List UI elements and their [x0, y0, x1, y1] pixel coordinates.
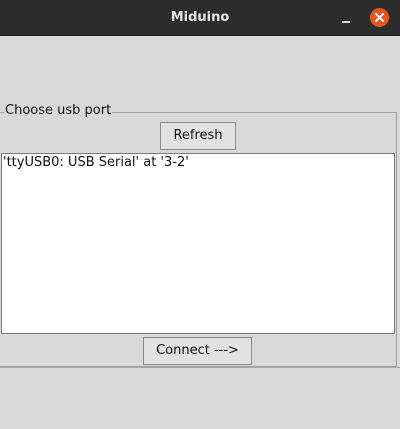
main-window: Choose usb port Refresh 'ttyUSB0: USB Se… — [0, 36, 400, 429]
port-listbox[interactable]: 'ttyUSB0: USB Serial' at '3-2' — [1, 153, 395, 334]
refresh-button[interactable]: Refresh — [160, 122, 236, 150]
list-item[interactable]: 'ttyUSB0: USB Serial' at '3-2' — [2, 154, 394, 172]
port-frame-label: Choose usb port — [4, 103, 113, 119]
divider — [0, 367, 400, 368]
title-bar: Miduino — [0, 0, 400, 36]
connect-button[interactable]: Connect ---> — [143, 337, 252, 365]
close-icon[interactable] — [370, 8, 389, 27]
minimize-icon[interactable] — [339, 12, 353, 26]
